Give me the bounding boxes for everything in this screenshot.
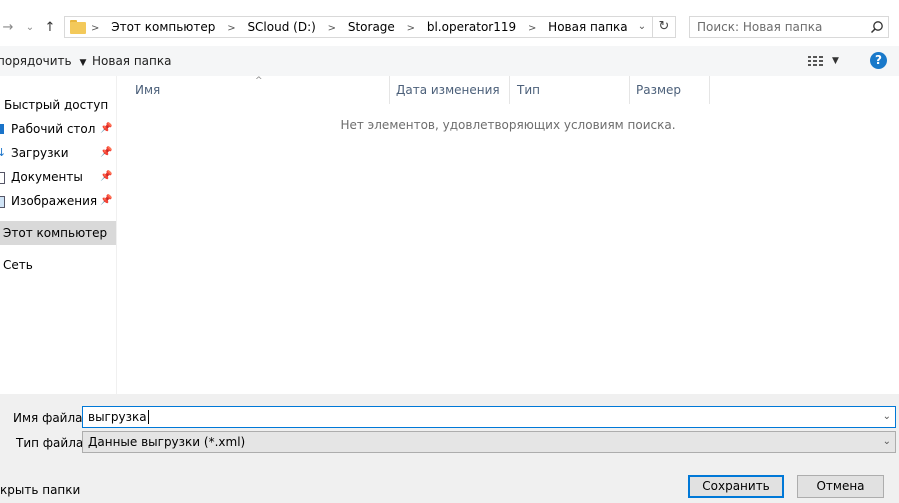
- chevron-right-icon[interactable]: >: [227, 23, 235, 34]
- column-header-name[interactable]: Имя: [135, 76, 385, 104]
- column-header-date[interactable]: Дата изменения: [396, 76, 506, 104]
- column-divider[interactable]: [709, 76, 710, 104]
- search-box[interactable]: [689, 16, 889, 38]
- chevron-right-icon[interactable]: >: [328, 23, 336, 34]
- nav-item-documents[interactable]: Документы 📌: [0, 165, 116, 189]
- pin-icon[interactable]: 📌: [100, 189, 112, 213]
- column-divider[interactable]: [629, 76, 630, 104]
- recent-locations-chevron-icon[interactable]: ⌄: [22, 19, 38, 37]
- filename-input[interactable]: выгрузка ⌄: [82, 406, 896, 428]
- pin-icon[interactable]: 📌: [100, 141, 112, 165]
- refresh-icon[interactable]: ↻: [652, 17, 675, 37]
- back-icon[interactable]: →: [0, 19, 16, 37]
- nav-label: Изображения: [11, 194, 98, 208]
- organize-menu[interactable]: порядочить ▼: [0, 46, 86, 76]
- nav-label: Быстрый доступ: [4, 98, 109, 112]
- search-icon[interactable]: [870, 20, 884, 34]
- nav-this-pc[interactable]: Этот компьютер: [0, 221, 116, 245]
- new-folder-button[interactable]: Новая папка: [92, 46, 171, 76]
- view-options-icon[interactable]: [808, 55, 824, 67]
- filetype-label-text: Тип файла:: [16, 436, 88, 450]
- help-icon[interactable]: ?: [870, 52, 887, 69]
- breadcrumb-item[interactable]: Новая папка: [548, 20, 627, 34]
- chevron-down-icon[interactable]: ⌄: [632, 17, 651, 37]
- picture-icon: [0, 196, 5, 208]
- breadcrumb: > Этот компьютер > SCloud (D:) > Storage…: [91, 17, 628, 37]
- nav-label: Сеть: [3, 258, 33, 272]
- filetype-label: Тип файла:: [16, 436, 87, 450]
- search-input[interactable]: [690, 17, 867, 37]
- empty-message: Нет элементов, удовлетворяющих условиям …: [340, 118, 676, 132]
- chevron-right-icon[interactable]: >: [528, 23, 536, 34]
- breadcrumb-item[interactable]: Этот компьютер: [111, 20, 215, 34]
- pin-icon[interactable]: 📌: [100, 117, 112, 141]
- nav-item-downloads[interactable]: ↓ Загрузки 📌: [0, 141, 116, 165]
- column-divider[interactable]: [509, 76, 510, 104]
- filename-label-text: Имя файла:: [13, 411, 87, 425]
- column-header-size[interactable]: Размер: [636, 76, 706, 104]
- dropdown-arrow-icon: ▼: [79, 58, 87, 68]
- breadcrumb-item[interactable]: bl.operator119: [427, 20, 516, 34]
- document-icon: [0, 172, 5, 184]
- hide-folders-label: крыть папки: [0, 483, 81, 497]
- nav-label: Загрузки: [11, 146, 69, 160]
- pin-icon[interactable]: 📌: [100, 165, 112, 189]
- navigation-pane: Быстрый доступ Рабочий стол 📌 ↓ Загрузки…: [0, 76, 117, 394]
- chevron-down-icon[interactable]: ⌄: [883, 407, 891, 427]
- organize-label: порядочить: [0, 54, 72, 68]
- cancel-button[interactable]: Отмена: [797, 475, 884, 498]
- breadcrumb-item[interactable]: SCloud (D:): [247, 20, 315, 34]
- filetype-select[interactable]: Данные выгрузки (*.xml) ⌄: [82, 431, 896, 453]
- desktop-icon: [0, 124, 4, 134]
- address-bar[interactable]: > Этот компьютер > SCloud (D:) > Storage…: [64, 16, 676, 38]
- view-dropdown-icon[interactable]: ▼: [832, 46, 839, 76]
- file-list[interactable]: ^ Имя Дата изменения Тип Размер Нет элем…: [117, 76, 899, 394]
- download-arrow-icon: ↓: [0, 146, 7, 159]
- nav-label: Рабочий стол: [11, 122, 96, 136]
- nav-item-desktop[interactable]: Рабочий стол 📌: [0, 117, 116, 141]
- nav-label: Документы: [11, 170, 83, 184]
- toolbar: порядочить ▼ Новая папка ▼ ?: [0, 46, 899, 76]
- breadcrumb-item[interactable]: Storage: [348, 20, 395, 34]
- address-row: → ⌄ ↑ > Этот компьютер > SCloud (D:) > S…: [0, 0, 899, 46]
- nav-network[interactable]: Сеть: [0, 253, 116, 277]
- chevron-right-icon[interactable]: >: [407, 23, 415, 34]
- up-arrow-icon[interactable]: ↑: [42, 19, 58, 37]
- chevron-right-icon[interactable]: >: [91, 23, 99, 34]
- save-button[interactable]: Сохранить: [688, 475, 784, 498]
- column-divider[interactable]: [389, 76, 390, 104]
- hide-folders-toggle[interactable]: крыть папки: [0, 483, 80, 497]
- nav-quick-access[interactable]: Быстрый доступ: [0, 93, 116, 117]
- text-cursor: [147, 410, 149, 424]
- filename-label: Имя файла:: [13, 411, 87, 425]
- nav-item-pictures[interactable]: Изображения 📌: [0, 189, 116, 213]
- column-header-type[interactable]: Тип: [517, 76, 627, 104]
- chevron-down-icon[interactable]: ⌄: [883, 432, 891, 452]
- folder-icon: [70, 20, 86, 34]
- nav-label: Этот компьютер: [3, 226, 108, 240]
- filetype-value: Данные выгрузки (*.xml): [88, 435, 246, 449]
- filename-value: выгрузка: [88, 410, 147, 424]
